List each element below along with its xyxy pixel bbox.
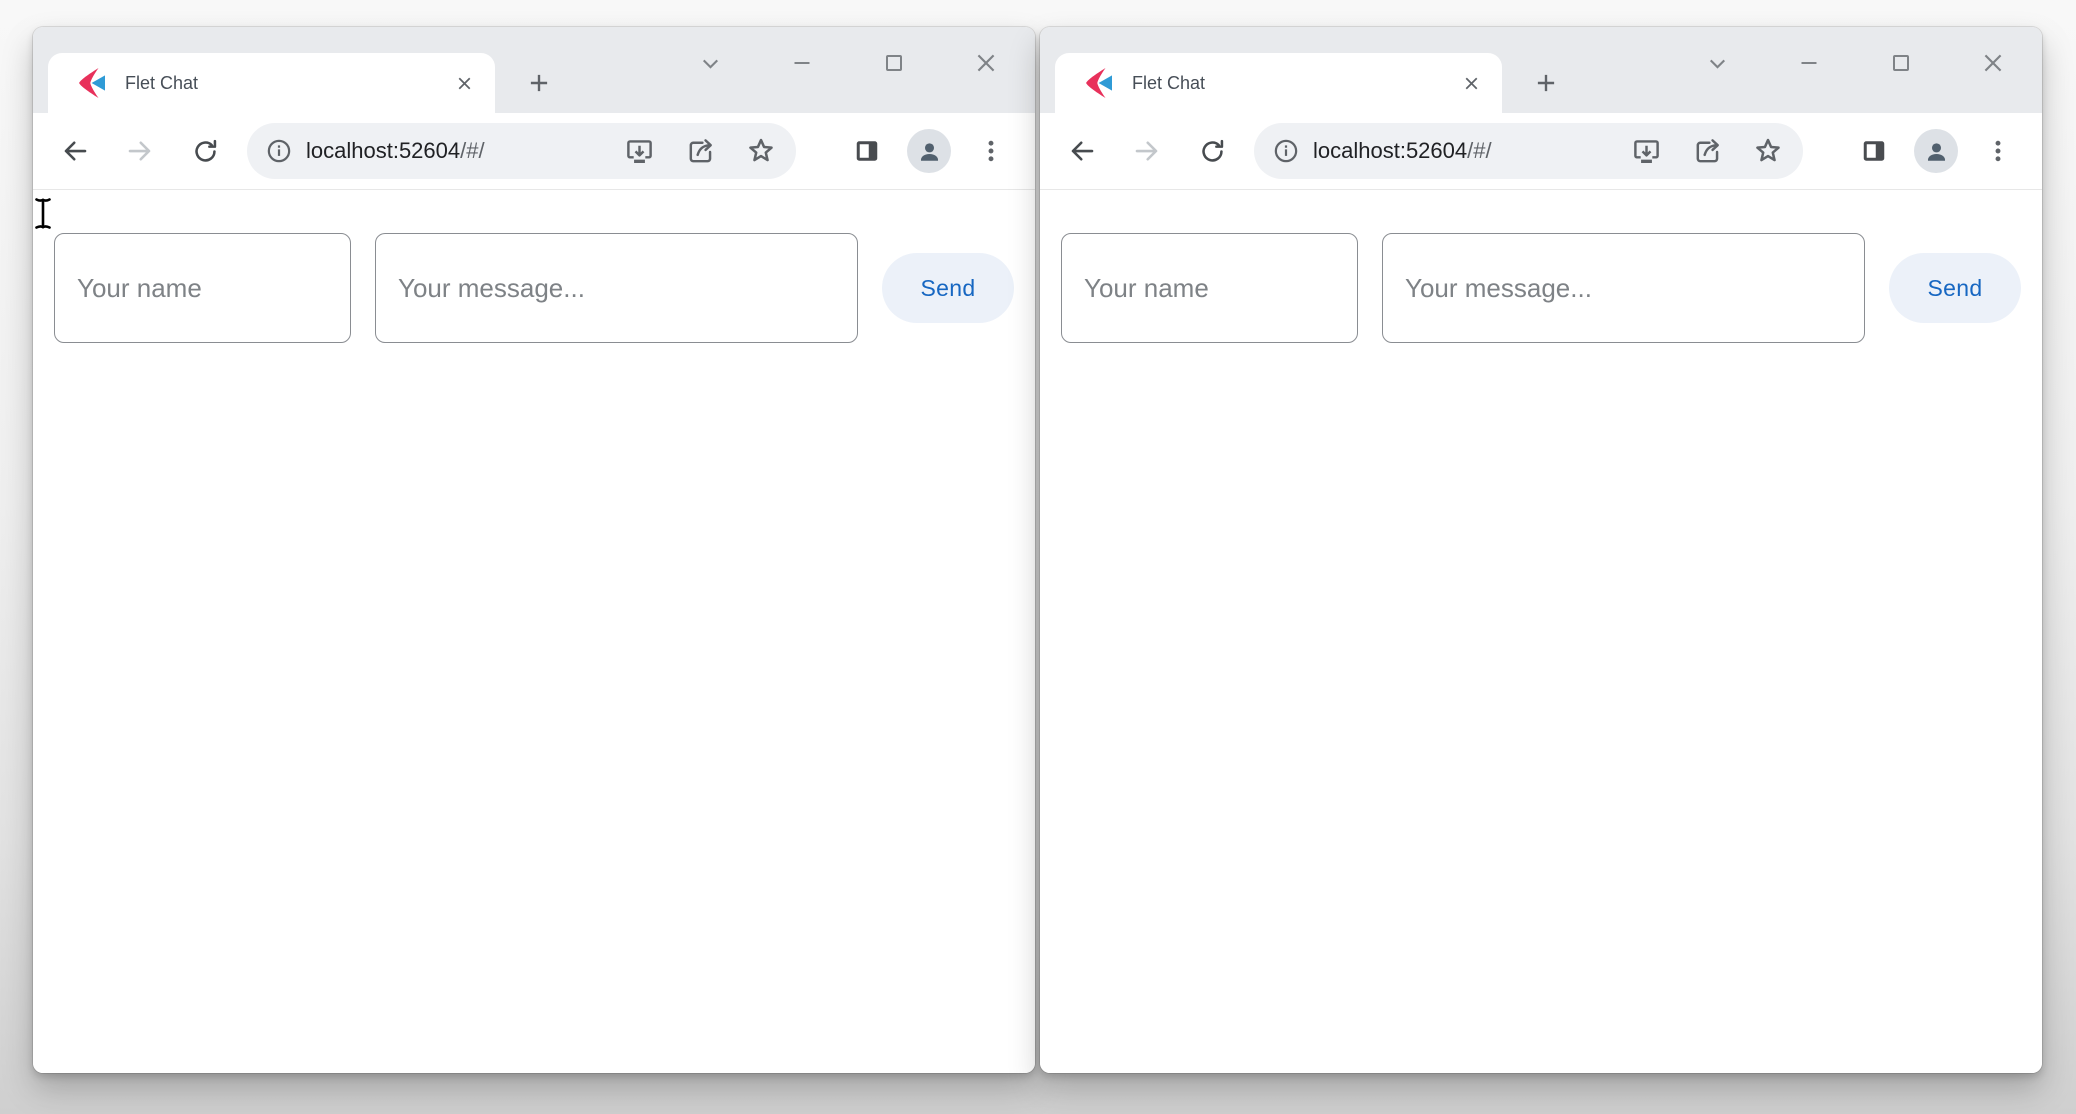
chat-form: Send <box>33 190 1035 343</box>
reload-icon <box>1198 137 1227 166</box>
minimize-button[interactable] <box>760 39 844 87</box>
tab-search-chevron-icon <box>1705 51 1730 76</box>
back-button[interactable] <box>1060 129 1104 173</box>
window-close-button[interactable] <box>944 39 1028 87</box>
url-text: localhost:52604/#/ <box>306 138 485 164</box>
window-close-icon <box>973 50 999 76</box>
profile-button[interactable] <box>907 129 951 173</box>
site-info-button[interactable] <box>265 137 293 165</box>
back-arrow-icon <box>60 136 90 166</box>
share-button[interactable] <box>683 134 717 168</box>
tab-strip: Flet Chat <box>33 27 1035 113</box>
install-app-icon <box>1631 136 1662 167</box>
share-button[interactable] <box>1690 134 1724 168</box>
page-content: Send <box>1040 190 2042 1073</box>
tab-close-button[interactable] <box>1454 66 1488 100</box>
message-input[interactable] <box>1382 233 1865 343</box>
desktop: { "windows": [ { "side": "left", "tab": … <box>0 0 2076 1114</box>
maximize-button[interactable] <box>852 39 936 87</box>
maximize-icon <box>1889 51 1913 75</box>
site-info-icon <box>1272 137 1300 165</box>
url-host: localhost:52604 <box>306 138 460 163</box>
new-tab-plus-icon <box>526 70 552 96</box>
maximize-button[interactable] <box>1859 39 1943 87</box>
forward-arrow-icon <box>1132 136 1162 166</box>
tab-close-icon <box>1461 73 1482 94</box>
tab-search-chevron-icon <box>698 51 723 76</box>
site-info-button[interactable] <box>1272 137 1300 165</box>
side-panel-icon <box>1859 136 1889 166</box>
browser-window-left: Flet Chat <box>33 27 1035 1073</box>
bookmark-star-icon <box>745 135 777 167</box>
address-bar[interactable]: localhost:52604/#/ <box>247 123 796 179</box>
back-button[interactable] <box>53 129 97 173</box>
minimize-icon <box>790 51 814 75</box>
bookmark-button[interactable] <box>744 134 778 168</box>
bookmark-star-icon <box>1752 135 1784 167</box>
avatar <box>907 129 951 173</box>
message-input[interactable] <box>375 233 858 343</box>
new-tab-button[interactable] <box>1526 63 1566 103</box>
side-panel-icon <box>852 136 882 166</box>
address-bar[interactable]: localhost:52604/#/ <box>1254 123 1803 179</box>
send-button[interactable]: Send <box>882 253 1014 323</box>
forward-arrow-icon <box>125 136 155 166</box>
browser-tab[interactable]: Flet Chat <box>1055 53 1502 113</box>
tab-close-button[interactable] <box>447 66 481 100</box>
flet-logo-icon <box>76 67 108 99</box>
page-content: Send <box>33 190 1035 1073</box>
url-host: localhost:52604 <box>1313 138 1467 163</box>
bookmark-button[interactable] <box>1751 134 1785 168</box>
menu-button[interactable] <box>969 129 1013 173</box>
site-info-icon <box>265 137 293 165</box>
maximize-icon <box>882 51 906 75</box>
window-controls <box>1675 39 2035 87</box>
tab-close-icon <box>454 73 475 94</box>
side-panel-button[interactable] <box>1852 129 1896 173</box>
new-tab-button[interactable] <box>519 63 559 103</box>
tab-title: Flet Chat <box>1132 73 1454 94</box>
browser-tab[interactable]: Flet Chat <box>48 53 495 113</box>
browser-toolbar: localhost:52604/#/ <box>1040 113 2042 190</box>
window-controls <box>668 39 1028 87</box>
menu-button[interactable] <box>1976 129 2020 173</box>
profile-button[interactable] <box>1914 129 1958 173</box>
tab-search-button[interactable] <box>668 39 752 87</box>
install-app-button[interactable] <box>1629 134 1663 168</box>
share-icon <box>1692 136 1723 167</box>
reload-button[interactable] <box>1190 129 1234 173</box>
minimize-button[interactable] <box>1767 39 1851 87</box>
tab-title: Flet Chat <box>125 73 447 94</box>
new-tab-plus-icon <box>1533 70 1559 96</box>
url-path: /#/ <box>1467 138 1491 163</box>
back-arrow-icon <box>1067 136 1097 166</box>
reload-icon <box>191 137 220 166</box>
chat-form: Send <box>1040 190 2042 343</box>
forward-button[interactable] <box>118 129 162 173</box>
profile-avatar-icon <box>914 136 945 167</box>
url-path: /#/ <box>460 138 484 163</box>
flet-logo-icon <box>1083 67 1115 99</box>
share-icon <box>685 136 716 167</box>
browser-toolbar: localhost:52604/#/ <box>33 113 1035 190</box>
avatar <box>1914 129 1958 173</box>
url-text: localhost:52604/#/ <box>1313 138 1492 164</box>
side-panel-button[interactable] <box>845 129 889 173</box>
window-close-icon <box>1980 50 2006 76</box>
kebab-menu-icon <box>1984 137 2012 165</box>
kebab-menu-icon <box>977 137 1005 165</box>
name-input[interactable] <box>1061 233 1358 343</box>
window-close-button[interactable] <box>1951 39 2035 87</box>
minimize-icon <box>1797 51 1821 75</box>
name-input[interactable] <box>54 233 351 343</box>
send-button[interactable]: Send <box>1889 253 2021 323</box>
browser-window-right: Flet Chat <box>1040 27 2042 1073</box>
tab-search-button[interactable] <box>1675 39 1759 87</box>
tab-strip: Flet Chat <box>1040 27 2042 113</box>
install-app-icon <box>624 136 655 167</box>
profile-avatar-icon <box>1921 136 1952 167</box>
forward-button[interactable] <box>1125 129 1169 173</box>
reload-button[interactable] <box>183 129 227 173</box>
install-app-button[interactable] <box>622 134 656 168</box>
